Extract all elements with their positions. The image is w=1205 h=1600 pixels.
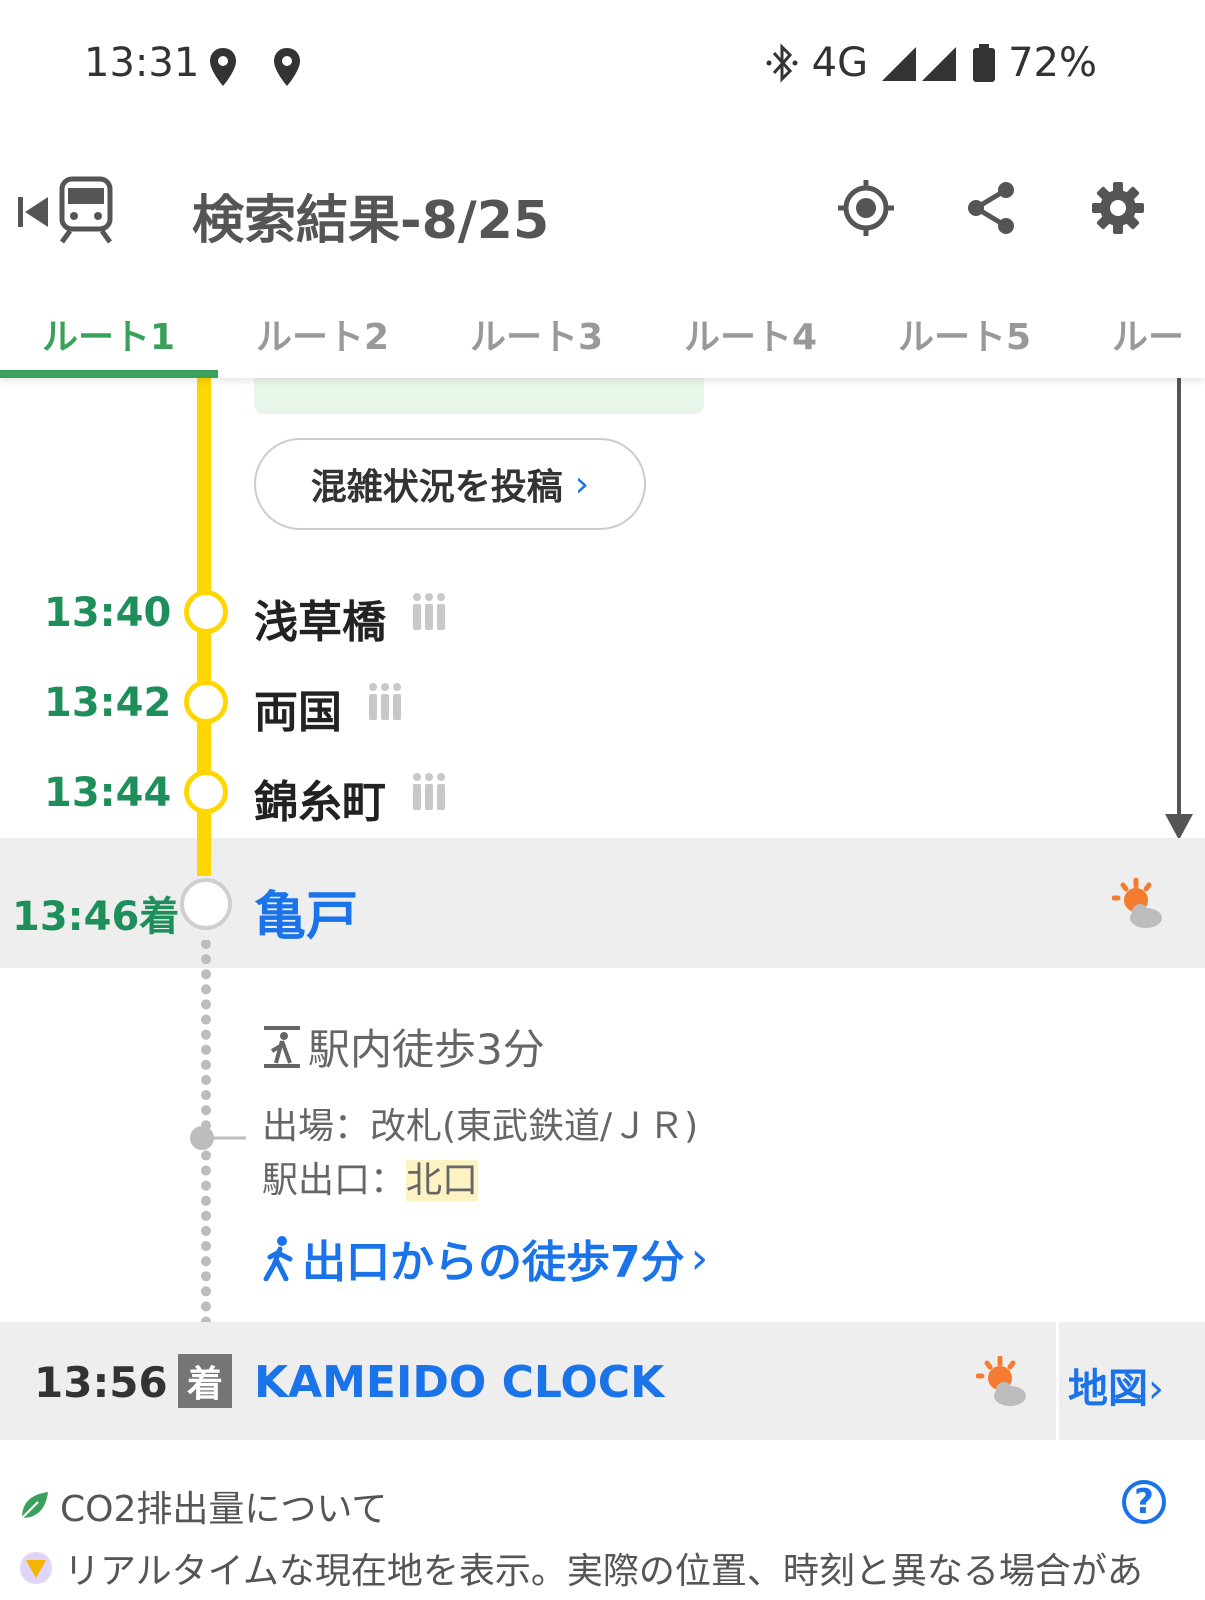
weather-icon <box>1112 878 1162 928</box>
walk-from-exit-text: 出口からの徒歩7分 <box>302 1237 685 1288</box>
station-name[interactable]: 浅草橋 <box>254 586 386 650</box>
active-tab-indicator <box>0 370 218 378</box>
station-name[interactable]: 両国 <box>254 676 342 740</box>
stop-time: 13:42 <box>44 680 172 726</box>
crowd-icon <box>413 773 445 810</box>
tab-route-3[interactable]: ルート3 <box>470 308 603 360</box>
skip-back-icon[interactable] <box>16 194 50 230</box>
chevron-right-icon: › <box>1148 1366 1164 1412</box>
tab-route-2[interactable]: ルート2 <box>256 308 389 360</box>
bluetooth-icon <box>766 43 798 83</box>
location-pin-icon <box>210 48 236 86</box>
post-congestion-button[interactable]: 混雑状況を投稿 › <box>254 438 646 530</box>
map-label: 地図 <box>1068 1366 1148 1412</box>
chevron-right-icon: › <box>574 463 590 505</box>
signal-icon <box>882 47 957 81</box>
crowd-icon <box>413 593 445 630</box>
tab-route-6[interactable]: ルー <box>1112 308 1184 360</box>
route-tabs: ルート1 ルート2 ルート3 ルート4 ルート5 ルー <box>0 290 1205 378</box>
battery-icon <box>973 44 996 82</box>
walking-person-icon <box>263 1236 293 1281</box>
arrival-time: 13:46着 <box>12 894 180 940</box>
crowd-icon <box>369 683 401 720</box>
leaf-icon <box>21 1492 48 1519</box>
station-walk-text: 駅内徒歩3分 <box>308 1025 545 1074</box>
weather-icon <box>976 1356 1026 1406</box>
transfer-connector <box>190 1126 246 1150</box>
realtime-location-icon <box>20 1552 52 1584</box>
stop-marker <box>184 770 228 814</box>
tab-route-4[interactable]: ルート4 <box>684 308 817 360</box>
status-indicators: 4G 72% <box>764 40 1097 86</box>
battery-level: 72% <box>1008 40 1097 86</box>
stop-time: 13:44 <box>44 770 172 816</box>
realtime-notice: リアルタイムな現在地を表示。実際の位置、時刻と異なる場合があ <box>18 1542 1143 1594</box>
destination-name[interactable]: KAMEIDO CLOCK <box>254 1357 664 1408</box>
walk-inside-station-icon <box>264 1025 300 1068</box>
stop-marker <box>184 680 228 724</box>
station-walk-title: 駅内徒歩3分 <box>262 1016 545 1077</box>
tab-route-1[interactable]: ルート1 <box>42 308 175 360</box>
station-name[interactable]: 錦糸町 <box>254 766 386 830</box>
exit-gate: 出場：改札(東武鉄道/ＪＲ) <box>262 1106 699 1147</box>
realtime-notice-text: リアルタイムな現在地を表示。実際の位置、時刻と異なる場合があ <box>64 1551 1143 1592</box>
tab-route-5[interactable]: ルート5 <box>898 308 1031 360</box>
gear-icon[interactable] <box>1090 180 1146 236</box>
stop-marker <box>184 590 228 634</box>
arrival-badge: 着 <box>178 1354 232 1408</box>
page-title: 検索結果-8/25 <box>192 191 550 251</box>
location-pin-icon <box>274 48 300 86</box>
scroll-track <box>1177 378 1181 818</box>
stop-time: 13:40 <box>44 590 172 636</box>
divider <box>1056 1322 1059 1440</box>
status-time: 13:31 <box>84 40 200 86</box>
map-button[interactable]: 地図› <box>1068 1356 1164 1414</box>
network-type: 4G <box>811 40 869 86</box>
station-exit: 駅出口：北口 <box>262 1154 698 1208</box>
post-congestion-label: 混雑状況を投稿 <box>310 467 563 508</box>
co2-info-link[interactable]: CO2排出量について <box>18 1480 387 1532</box>
arrival-marker <box>180 878 232 930</box>
current-location-icon[interactable] <box>836 178 896 238</box>
train-icon <box>59 176 113 244</box>
share-icon[interactable] <box>964 180 1020 236</box>
walk-from-exit-link[interactable]: 出口からの徒歩7分 › <box>262 1226 708 1290</box>
chevron-right-icon: › <box>690 1232 709 1284</box>
station-exit-label: 駅出口： <box>262 1160 407 1201</box>
destination-time: 13:56 <box>34 1358 168 1407</box>
station-exit-value: 北口 <box>406 1160 479 1201</box>
co2-label: CO2排出量について <box>60 1489 388 1530</box>
help-icon[interactable]: ? <box>1122 1480 1166 1524</box>
exit-info: 出場：改札(東武鉄道/ＪＲ) 駅出口：北口 <box>262 1100 698 1208</box>
arrival-station[interactable]: 亀戸 <box>254 874 358 949</box>
